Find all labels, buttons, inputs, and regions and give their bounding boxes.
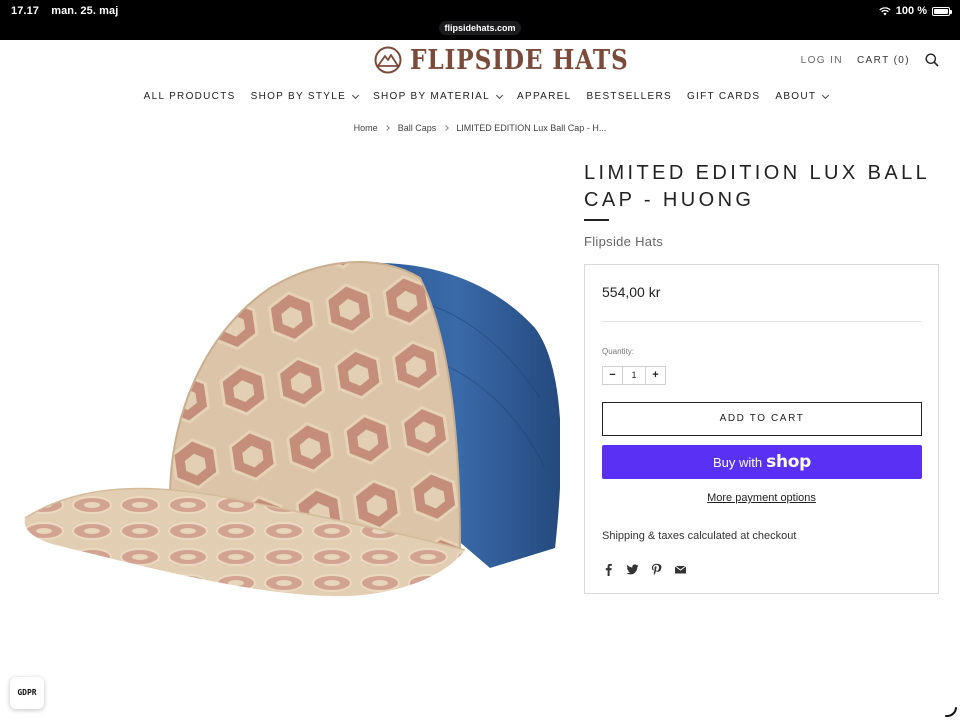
nav-gift-cards[interactable]: GIFT CARDS bbox=[687, 91, 760, 102]
quantity-decrease-button[interactable]: − bbox=[603, 367, 622, 384]
status-left: 17.17 man. 25. maj bbox=[11, 5, 127, 17]
pinterest-icon[interactable] bbox=[650, 563, 663, 576]
share-icons bbox=[602, 563, 687, 576]
browser-status-bar: 17.17 man. 25. maj 100 % flipsidehats.co… bbox=[0, 0, 960, 40]
search-icon[interactable] bbox=[924, 52, 940, 68]
battery-icon bbox=[932, 6, 952, 16]
site-logo[interactable]: FLIPSIDE HATS bbox=[374, 44, 664, 76]
chevron-right-icon bbox=[384, 125, 391, 131]
status-right: 100 % bbox=[879, 5, 952, 17]
product-title: LIMITED EDITION LUX BALL CAP - HUONG bbox=[584, 162, 930, 211]
logo-text: FLIPSIDE HATS bbox=[410, 44, 629, 76]
add-to-cart-button[interactable]: ADD TO CART bbox=[602, 402, 922, 436]
url-bar[interactable]: flipsidehats.com bbox=[439, 21, 521, 35]
wifi-icon bbox=[879, 6, 891, 15]
header-actions: LOG IN CART (0) bbox=[801, 52, 940, 68]
nav-bestsellers[interactable]: BESTSELLERS bbox=[587, 91, 672, 102]
chevron-down-icon bbox=[352, 91, 360, 99]
quantity-increase-button[interactable]: + bbox=[646, 367, 665, 384]
shop-pay-logo: shop bbox=[766, 452, 811, 472]
cart-link[interactable]: CART (0) bbox=[857, 55, 910, 66]
quantity-stepper: − 1 + bbox=[602, 366, 666, 385]
status-time: 17.17 bbox=[11, 5, 40, 17]
twitter-icon[interactable] bbox=[626, 563, 639, 576]
chevron-down-icon bbox=[822, 91, 830, 99]
nav-about[interactable]: ABOUT bbox=[775, 91, 830, 102]
buy-box: 554,00 kr Quantity: − 1 + ADD TO CART Bu… bbox=[584, 264, 939, 594]
nav-all-products[interactable]: ALL PRODUCTS bbox=[144, 91, 236, 102]
breadcrumb-current: LIMITED EDITION Lux Ball Cap - H... bbox=[456, 123, 607, 133]
quantity-label: Quantity: bbox=[602, 347, 635, 356]
breadcrumb-category[interactable]: Ball Caps bbox=[398, 123, 437, 133]
product-price: 554,00 kr bbox=[602, 284, 661, 300]
facebook-icon[interactable] bbox=[602, 563, 615, 576]
nav-apparel[interactable]: APPAREL bbox=[517, 91, 572, 102]
quantity-input[interactable]: 1 bbox=[622, 367, 646, 384]
nav-shop-by-style[interactable]: SHOP BY STYLE bbox=[251, 91, 360, 102]
buy-with-shop-button[interactable]: Buy with shop bbox=[602, 445, 922, 479]
main-nav: ALL PRODUCTS SHOP BY STYLE SHOP BY MATER… bbox=[0, 91, 960, 102]
title-divider bbox=[584, 219, 609, 221]
product-image[interactable] bbox=[20, 258, 560, 603]
more-payment-options-link[interactable]: More payment options bbox=[585, 492, 938, 504]
mountain-logo-icon bbox=[374, 46, 402, 74]
loading-spinner-icon bbox=[945, 707, 957, 718]
nav-shop-by-material[interactable]: SHOP BY MATERIAL bbox=[373, 91, 504, 102]
gdpr-button[interactable]: GDPR bbox=[10, 677, 44, 709]
battery-percent: 100 % bbox=[895, 5, 927, 17]
status-date: man. 25. maj bbox=[51, 5, 119, 17]
chevron-right-icon bbox=[442, 125, 449, 131]
breadcrumb-home[interactable]: Home bbox=[354, 123, 378, 133]
chevron-down-icon bbox=[495, 91, 504, 99]
login-link[interactable]: LOG IN bbox=[801, 55, 843, 66]
breadcrumb: Home Ball Caps LIMITED EDITION Lux Ball … bbox=[0, 123, 960, 133]
shipping-note: Shipping & taxes calculated at checkout bbox=[602, 530, 797, 542]
product-vendor[interactable]: Flipside Hats bbox=[584, 234, 663, 249]
email-icon[interactable] bbox=[674, 563, 687, 576]
divider bbox=[602, 321, 921, 322]
buy-with-label: Buy with bbox=[712, 454, 763, 470]
